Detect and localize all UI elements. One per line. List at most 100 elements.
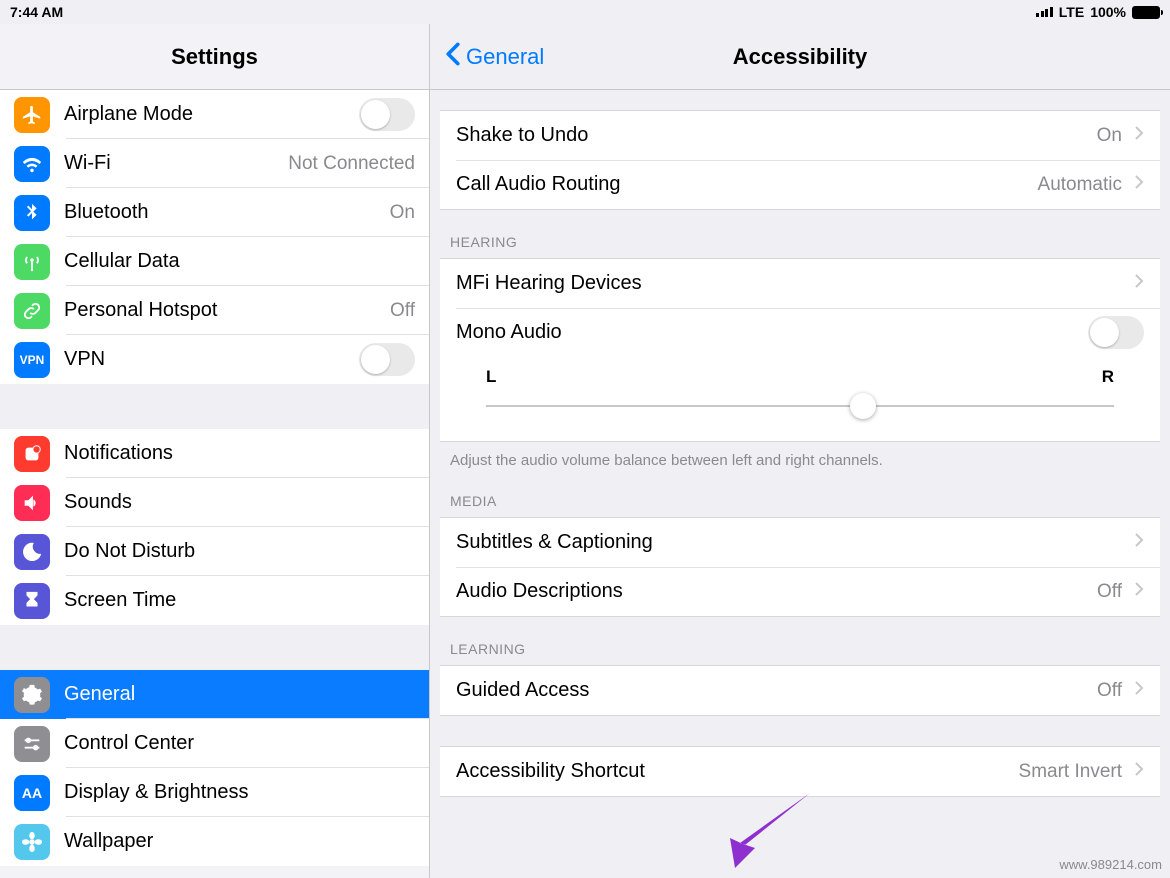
- wifi-icon: [14, 146, 50, 182]
- sidebar-item-value: Not Connected: [288, 153, 415, 175]
- sidebar-item-wifi[interactable]: Wi-Fi Not Connected: [0, 139, 429, 188]
- detail-pane: General Accessibility Shake to Undo On C…: [430, 24, 1170, 878]
- row-mfi-hearing-devices[interactable]: MFi Hearing Devices: [440, 259, 1160, 308]
- speaker-icon: [14, 485, 50, 521]
- sidebar-item-controlcenter[interactable]: Control Center: [0, 719, 429, 768]
- sidebar-item-label: Wi-Fi: [64, 152, 274, 175]
- annotation-arrow-icon: [700, 783, 820, 878]
- sidebar-item-label: Cellular Data: [64, 250, 415, 273]
- sidebar-item-screentime[interactable]: Screen Time: [0, 576, 429, 625]
- sidebar-title: Settings: [0, 24, 429, 90]
- row-label: MFi Hearing Devices: [456, 272, 1122, 295]
- chevron-right-icon: [1134, 532, 1144, 553]
- row-balance-slider: L R: [440, 357, 1160, 441]
- group-footer-balance: Adjust the audio volume balance between …: [430, 442, 1170, 469]
- row-call-audio-routing[interactable]: Call Audio Routing Automatic: [440, 160, 1160, 209]
- sidebar-item-label: Bluetooth: [64, 201, 376, 224]
- sidebar-item-bluetooth[interactable]: Bluetooth On: [0, 188, 429, 237]
- sidebar-item-label: General: [64, 683, 415, 706]
- link-icon: [14, 293, 50, 329]
- sidebar-item-label: Do Not Disturb: [64, 540, 415, 563]
- battery-icon: [1132, 6, 1160, 19]
- chevron-left-icon: [444, 42, 462, 72]
- sidebar-item-airplane[interactable]: Airplane Mode: [0, 90, 429, 139]
- hourglass-icon: [14, 583, 50, 619]
- group-interaction: Shake to Undo On Call Audio Routing Auto…: [440, 110, 1160, 210]
- group-hearing: MFi Hearing Devices Mono Audio L R: [440, 258, 1160, 442]
- sidebar-item-wallpaper[interactable]: Wallpaper: [0, 817, 429, 866]
- sidebar-item-sounds[interactable]: Sounds: [0, 478, 429, 527]
- moon-icon: [14, 534, 50, 570]
- sliders-icon: [14, 726, 50, 762]
- status-time: 7:44 AM: [10, 4, 63, 20]
- sidebar-item-label: VPN: [64, 348, 345, 371]
- row-label: Mono Audio: [456, 321, 1076, 344]
- status-carrier: LTE: [1059, 4, 1084, 20]
- row-guided-access[interactable]: Guided Access Off: [440, 666, 1160, 715]
- row-label: Shake to Undo: [456, 124, 1085, 147]
- airplane-switch[interactable]: [359, 98, 415, 131]
- sidebar-item-label: Screen Time: [64, 589, 415, 612]
- detail-navbar: General Accessibility: [430, 24, 1170, 90]
- row-label: Accessibility Shortcut: [456, 760, 1007, 783]
- textsize-icon: AA: [14, 775, 50, 811]
- back-label: General: [466, 44, 544, 70]
- row-value: Off: [1097, 680, 1122, 702]
- row-label: Subtitles & Captioning: [456, 531, 1122, 554]
- sidebar-item-vpn[interactable]: VPN VPN: [0, 335, 429, 384]
- row-subtitles-captioning[interactable]: Subtitles & Captioning: [440, 518, 1160, 567]
- balance-label-right: R: [1102, 367, 1114, 387]
- chevron-right-icon: [1134, 761, 1144, 782]
- sidebar-item-display[interactable]: AA Display & Brightness: [0, 768, 429, 817]
- balance-slider[interactable]: [486, 391, 1114, 421]
- back-button[interactable]: General: [444, 42, 544, 72]
- slider-thumb[interactable]: [850, 393, 876, 419]
- group-header-media: MEDIA: [430, 469, 1170, 517]
- row-label: Audio Descriptions: [456, 580, 1085, 603]
- sidebar-item-label: Airplane Mode: [64, 103, 345, 126]
- signal-icon: [1036, 7, 1053, 17]
- vpn-switch[interactable]: [359, 343, 415, 376]
- watermark: www.989214.com: [1059, 857, 1162, 872]
- sidebar-item-label: Sounds: [64, 491, 415, 514]
- sidebar-item-label: Wallpaper: [64, 830, 415, 853]
- row-mono-audio[interactable]: Mono Audio: [440, 308, 1160, 357]
- sidebar-item-value: Off: [390, 300, 415, 322]
- status-bar: 7:44 AM LTE 100%: [0, 0, 1170, 24]
- row-value: Smart Invert: [1019, 761, 1122, 783]
- sidebar-item-hotspot[interactable]: Personal Hotspot Off: [0, 286, 429, 335]
- chevron-right-icon: [1134, 581, 1144, 602]
- sidebar-item-label: Personal Hotspot: [64, 299, 376, 322]
- group-header-hearing: HEARING: [430, 210, 1170, 258]
- row-value: Automatic: [1038, 174, 1122, 196]
- row-label: Guided Access: [456, 679, 1085, 702]
- row-audio-descriptions[interactable]: Audio Descriptions Off: [440, 567, 1160, 616]
- chevron-right-icon: [1134, 174, 1144, 195]
- airplane-icon: [14, 97, 50, 133]
- sidebar-item-label: Control Center: [64, 732, 415, 755]
- row-shake-to-undo[interactable]: Shake to Undo On: [440, 111, 1160, 160]
- chevron-right-icon: [1134, 125, 1144, 146]
- row-value: On: [1097, 125, 1122, 147]
- gear-icon: [14, 677, 50, 713]
- sidebar-item-label: Notifications: [64, 442, 415, 465]
- sidebar-item-dnd[interactable]: Do Not Disturb: [0, 527, 429, 576]
- bluetooth-icon: [14, 195, 50, 231]
- row-label: Call Audio Routing: [456, 173, 1026, 196]
- sidebar-item-cellular[interactable]: Cellular Data: [0, 237, 429, 286]
- mono-audio-switch[interactable]: [1088, 316, 1144, 349]
- chevron-right-icon: [1134, 273, 1144, 294]
- sidebar-item-general[interactable]: General: [0, 670, 429, 719]
- flower-icon: [14, 824, 50, 860]
- balance-label-left: L: [486, 367, 496, 387]
- antenna-icon: [14, 244, 50, 280]
- sidebar-item-value: On: [390, 202, 415, 224]
- row-value: Off: [1097, 581, 1122, 603]
- chevron-right-icon: [1134, 680, 1144, 701]
- status-battery-pct: 100%: [1090, 4, 1126, 20]
- sidebar-item-notifications[interactable]: Notifications: [0, 429, 429, 478]
- notifications-icon: [14, 436, 50, 472]
- group-learning: Guided Access Off: [440, 665, 1160, 716]
- group-header-learning: LEARNING: [430, 617, 1170, 665]
- settings-sidebar: Settings Airplane Mode Wi-Fi Not C: [0, 24, 430, 878]
